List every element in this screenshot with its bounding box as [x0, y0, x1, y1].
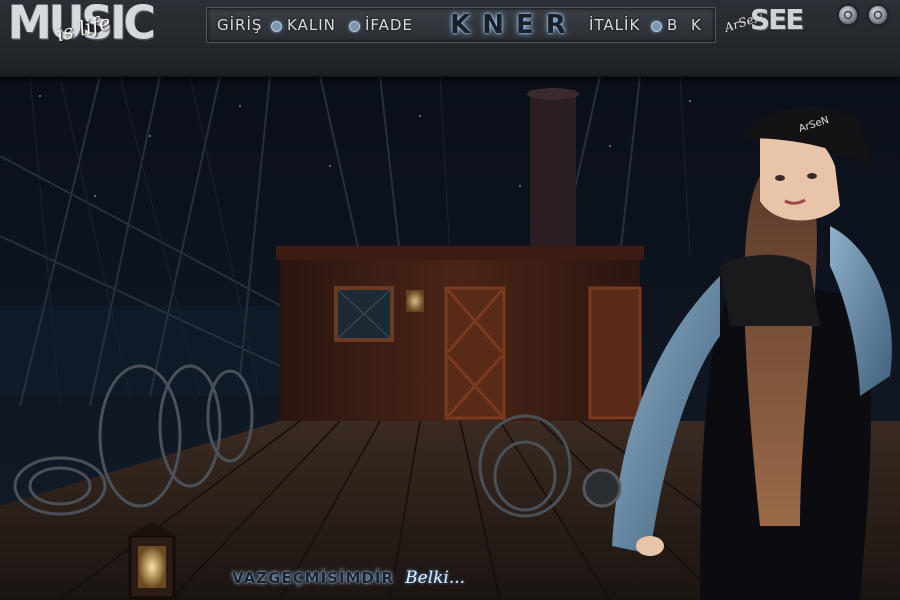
control-button-2[interactable] — [868, 5, 888, 25]
nav-item-italik[interactable]: İTALİK — [589, 16, 640, 34]
page: MUSIC is life GİRİŞ KALIN İFADE KNER İTA… — [0, 0, 900, 600]
top-bar: MUSIC is life GİRİŞ KALIN İFADE KNER İTA… — [0, 0, 900, 77]
nav-separator-dot-icon — [349, 21, 360, 32]
nav-separator-dot-icon — [651, 21, 662, 32]
background-scene: ArSeN — [0, 76, 900, 600]
music-logo[interactable]: MUSIC is life — [8, 0, 180, 52]
nav-separator-dot-icon — [271, 21, 282, 32]
nav-item-k[interactable]: K — [691, 16, 702, 34]
circle-icon — [873, 10, 883, 20]
nav-panel: GİRİŞ KALIN İFADE KNER İTALİK B K — [206, 7, 716, 43]
caption-main-text: VAZGEÇMİSİMDİR — [232, 569, 395, 587]
center-name-logo: KNER — [450, 10, 578, 40]
caption-script-text: Belki... — [405, 568, 466, 588]
nav-item-giris[interactable]: GİRİŞ — [217, 16, 262, 34]
artist-signature: ArSeN SEE — [723, 3, 820, 39]
nav-item-b[interactable]: B — [667, 16, 678, 34]
nav-item-ifade[interactable]: İFADE — [365, 16, 413, 34]
circle-icon — [843, 10, 853, 20]
control-button-1[interactable] — [838, 5, 858, 25]
artist-block-text: SEE — [750, 3, 804, 36]
ship-deck-illustration: ArSeN — [0, 76, 900, 600]
nav-item-kalin[interactable]: KALIN — [287, 16, 336, 34]
bottom-caption: VAZGEÇMİSİMDİR Belki... — [232, 568, 465, 588]
